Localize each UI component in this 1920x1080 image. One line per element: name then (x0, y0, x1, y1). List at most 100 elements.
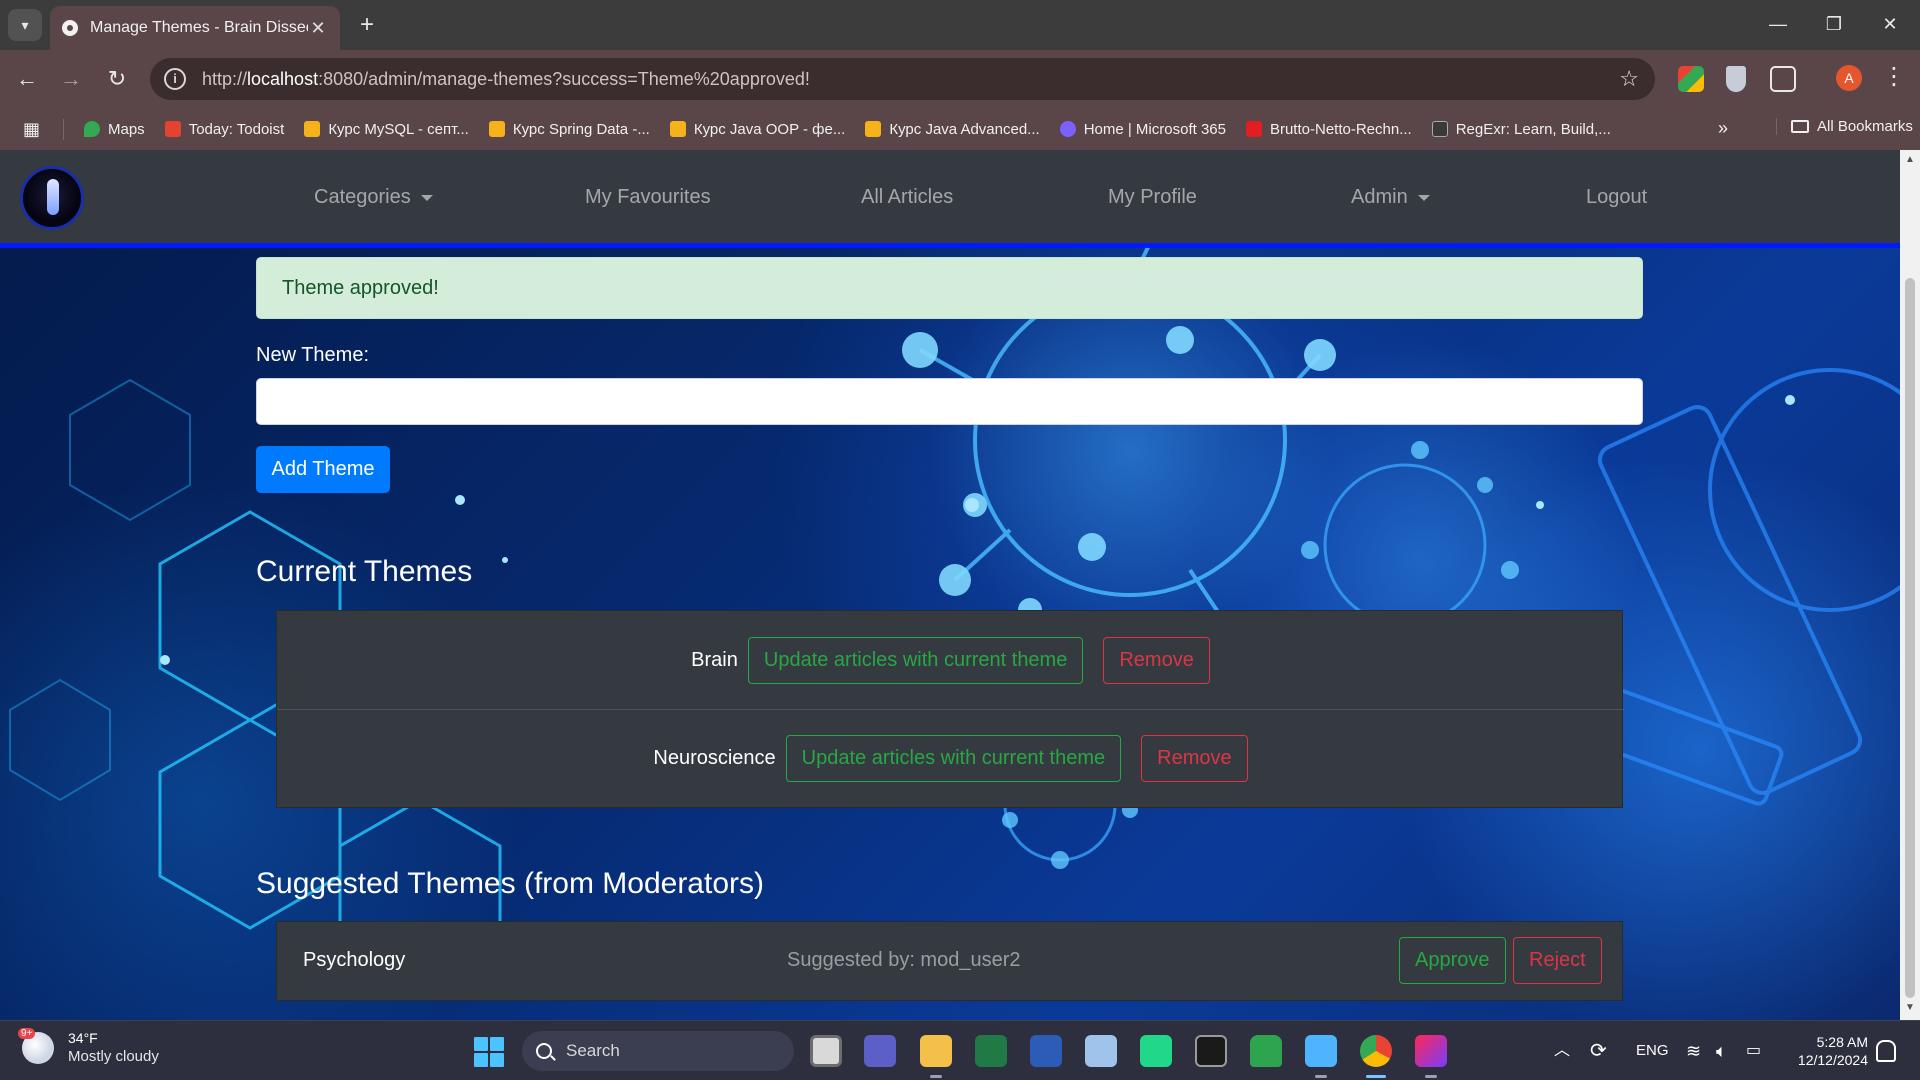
task-view-icon[interactable] (810, 1035, 842, 1067)
current-themes-heading: Current Themes (256, 555, 473, 588)
tab-favicon-icon (62, 20, 78, 36)
chrome-icon[interactable] (1360, 1035, 1392, 1067)
brain-dissect-logo[interactable] (20, 166, 84, 230)
window-close-icon[interactable]: ✕ (1862, 0, 1918, 50)
remove-theme-button[interactable]: Remove (1141, 735, 1248, 782)
photos-icon[interactable] (1085, 1035, 1117, 1067)
nav-my-profile[interactable]: My Profile (1108, 186, 1197, 209)
scrollbar-thumb[interactable] (1905, 278, 1915, 998)
shield-extension-icon[interactable] (1726, 66, 1746, 92)
theme-name: Neuroscience (653, 747, 776, 769)
browser-tab-active[interactable]: Manage Themes - Brain Dissect ✕ (50, 6, 340, 50)
volume-icon[interactable]: 🔈︎ (1716, 1021, 1727, 1080)
folder-icon (1791, 120, 1809, 133)
notepad-icon[interactable] (1305, 1035, 1337, 1067)
battery-icon[interactable]: ▭ (1746, 1021, 1761, 1080)
add-theme-button[interactable]: Add Theme (256, 446, 390, 493)
nav-all-articles[interactable]: All Articles (861, 186, 953, 209)
tab-search-button[interactable]: ▾ (8, 9, 42, 41)
tray-overflow-icon[interactable]: ︿ (1554, 1021, 1570, 1080)
profile-avatar[interactable]: A (1836, 65, 1862, 91)
microsoft365-icon (1059, 121, 1076, 137)
bookmark-item[interactable]: Курс MySQL - септ... (304, 121, 469, 138)
pycharm-icon[interactable] (1140, 1035, 1172, 1067)
page-viewport: Categories My Favourites All Articles My… (0, 150, 1900, 1020)
page-scrollbar[interactable]: ▲ ▼ (1900, 150, 1920, 1020)
weather-badge: 9+ (18, 1028, 36, 1039)
browser-tabstrip: ▾ Manage Themes - Brain Dissect ✕ + — ❐ … (0, 0, 1920, 50)
scroll-down-icon[interactable]: ▼ (1900, 1002, 1920, 1013)
bookmark-item[interactable]: RegExr: Learn, Build,... (1431, 121, 1611, 138)
theme-name: Brain (691, 648, 738, 671)
weather-widget[interactable]: 9+ 34°F Mostly cloudy (18, 1028, 159, 1067)
site-info-icon[interactable]: i (164, 68, 186, 90)
language-indicator[interactable]: ENG (1636, 1021, 1669, 1080)
tab-close-icon[interactable]: ✕ (308, 18, 328, 39)
teams-icon[interactable] (864, 1035, 896, 1067)
bookmark-item[interactable]: Курс Java OOP - фе... (669, 121, 845, 138)
bookmark-item[interactable]: Brutto-Netto-Rechn... (1245, 121, 1412, 138)
minimize-icon[interactable]: — (1750, 0, 1806, 50)
windows-taskbar: 9+ 34°F Mostly cloudy Search ︿ ⟳ ENG ≋ 🔈… (0, 1020, 1920, 1080)
search-icon (536, 1043, 552, 1059)
lock-app-icon[interactable] (1250, 1035, 1282, 1067)
suggested-theme-name: Psychology (303, 949, 406, 971)
bookmark-item[interactable]: Курс Spring Data -... (488, 121, 650, 138)
word-icon[interactable] (1030, 1035, 1062, 1067)
terminal-icon[interactable] (1195, 1035, 1227, 1067)
bookmark-item[interactable]: Курс Java Advanced... (865, 121, 1040, 138)
bookmark-item[interactable]: Home | Microsoft 365 (1059, 121, 1226, 138)
course-icon (865, 121, 882, 137)
reload-icon[interactable]: ↻ (102, 64, 132, 94)
sync-icon[interactable]: ⟳ (1590, 1021, 1607, 1080)
url-host: localhost (247, 68, 319, 89)
update-articles-button[interactable]: Update articles with current theme (747, 636, 1084, 684)
apps-grid-icon[interactable]: ▦ (0, 118, 64, 140)
back-icon[interactable]: ← (12, 64, 42, 94)
site-navbar: Categories My Favourites All Articles My… (0, 150, 1900, 248)
intellij-icon[interactable] (1415, 1035, 1447, 1067)
browser-menu-icon[interactable]: ⋮ (1882, 62, 1906, 91)
excel-icon[interactable] (975, 1035, 1007, 1067)
remove-theme-button[interactable]: Remove (1103, 636, 1210, 684)
clock-time: 5:28 AM (1816, 1034, 1868, 1050)
maps-pin-icon (84, 121, 100, 137)
extensions-puzzle-icon[interactable] (1770, 66, 1796, 92)
clock-date: 12/12/2024 (1797, 1052, 1868, 1068)
extension-color-icon[interactable] (1678, 66, 1704, 92)
new-theme-label: New Theme: (256, 344, 370, 366)
notification-bell-icon[interactable] (1876, 1040, 1896, 1062)
file-explorer-icon[interactable] (920, 1035, 952, 1067)
brutto-netto-icon (1245, 121, 1262, 137)
new-theme-input[interactable] (256, 378, 1643, 425)
forward-icon[interactable]: → (56, 64, 86, 94)
url-prefix: http:// (202, 68, 248, 89)
scroll-up-icon[interactable]: ▲ (1900, 154, 1920, 165)
bookmark-star-icon[interactable]: ☆ (1619, 66, 1639, 92)
course-icon (669, 121, 686, 137)
theme-row: Brain Update articles with current theme… (277, 611, 1624, 709)
tab-title: Manage Themes - Brain Dissect (90, 19, 308, 36)
restore-icon[interactable]: ❐ (1806, 0, 1862, 50)
nav-logout[interactable]: Logout (1586, 186, 1647, 209)
windows-start-icon[interactable] (474, 1037, 504, 1067)
system-clock[interactable]: 5:28 AM 12/12/2024 (1778, 1033, 1868, 1069)
nav-admin-dropdown[interactable]: Admin (1351, 186, 1430, 209)
bookmark-item[interactable]: Maps (84, 121, 145, 138)
new-tab-button[interactable]: + (352, 10, 382, 40)
all-bookmarks-button[interactable]: All Bookmarks (1776, 118, 1913, 135)
approve-button[interactable]: Approve (1399, 937, 1506, 984)
update-articles-button[interactable]: Update articles with current theme (785, 735, 1122, 782)
caret-down-icon (1417, 194, 1430, 201)
bookmarks-overflow-icon[interactable]: » (1718, 118, 1728, 139)
reject-button[interactable]: Reject (1513, 937, 1602, 984)
nav-my-favourites[interactable]: My Favourites (585, 186, 711, 209)
address-bar[interactable]: i http://localhost:8080/admin/manage-the… (150, 58, 1655, 100)
browser-toolbar: ← → ↻ i http://localhost:8080/admin/mana… (0, 50, 1920, 108)
suggested-theme-row: Psychology Suggested by: mod_user2 Appro… (277, 922, 1624, 1000)
todoist-icon (164, 121, 181, 137)
wifi-icon[interactable]: ≋ (1686, 1021, 1701, 1080)
taskbar-search[interactable]: Search (522, 1031, 794, 1071)
nav-categories-dropdown[interactable]: Categories (314, 186, 433, 209)
bookmark-item[interactable]: Today: Todoist (164, 121, 284, 138)
